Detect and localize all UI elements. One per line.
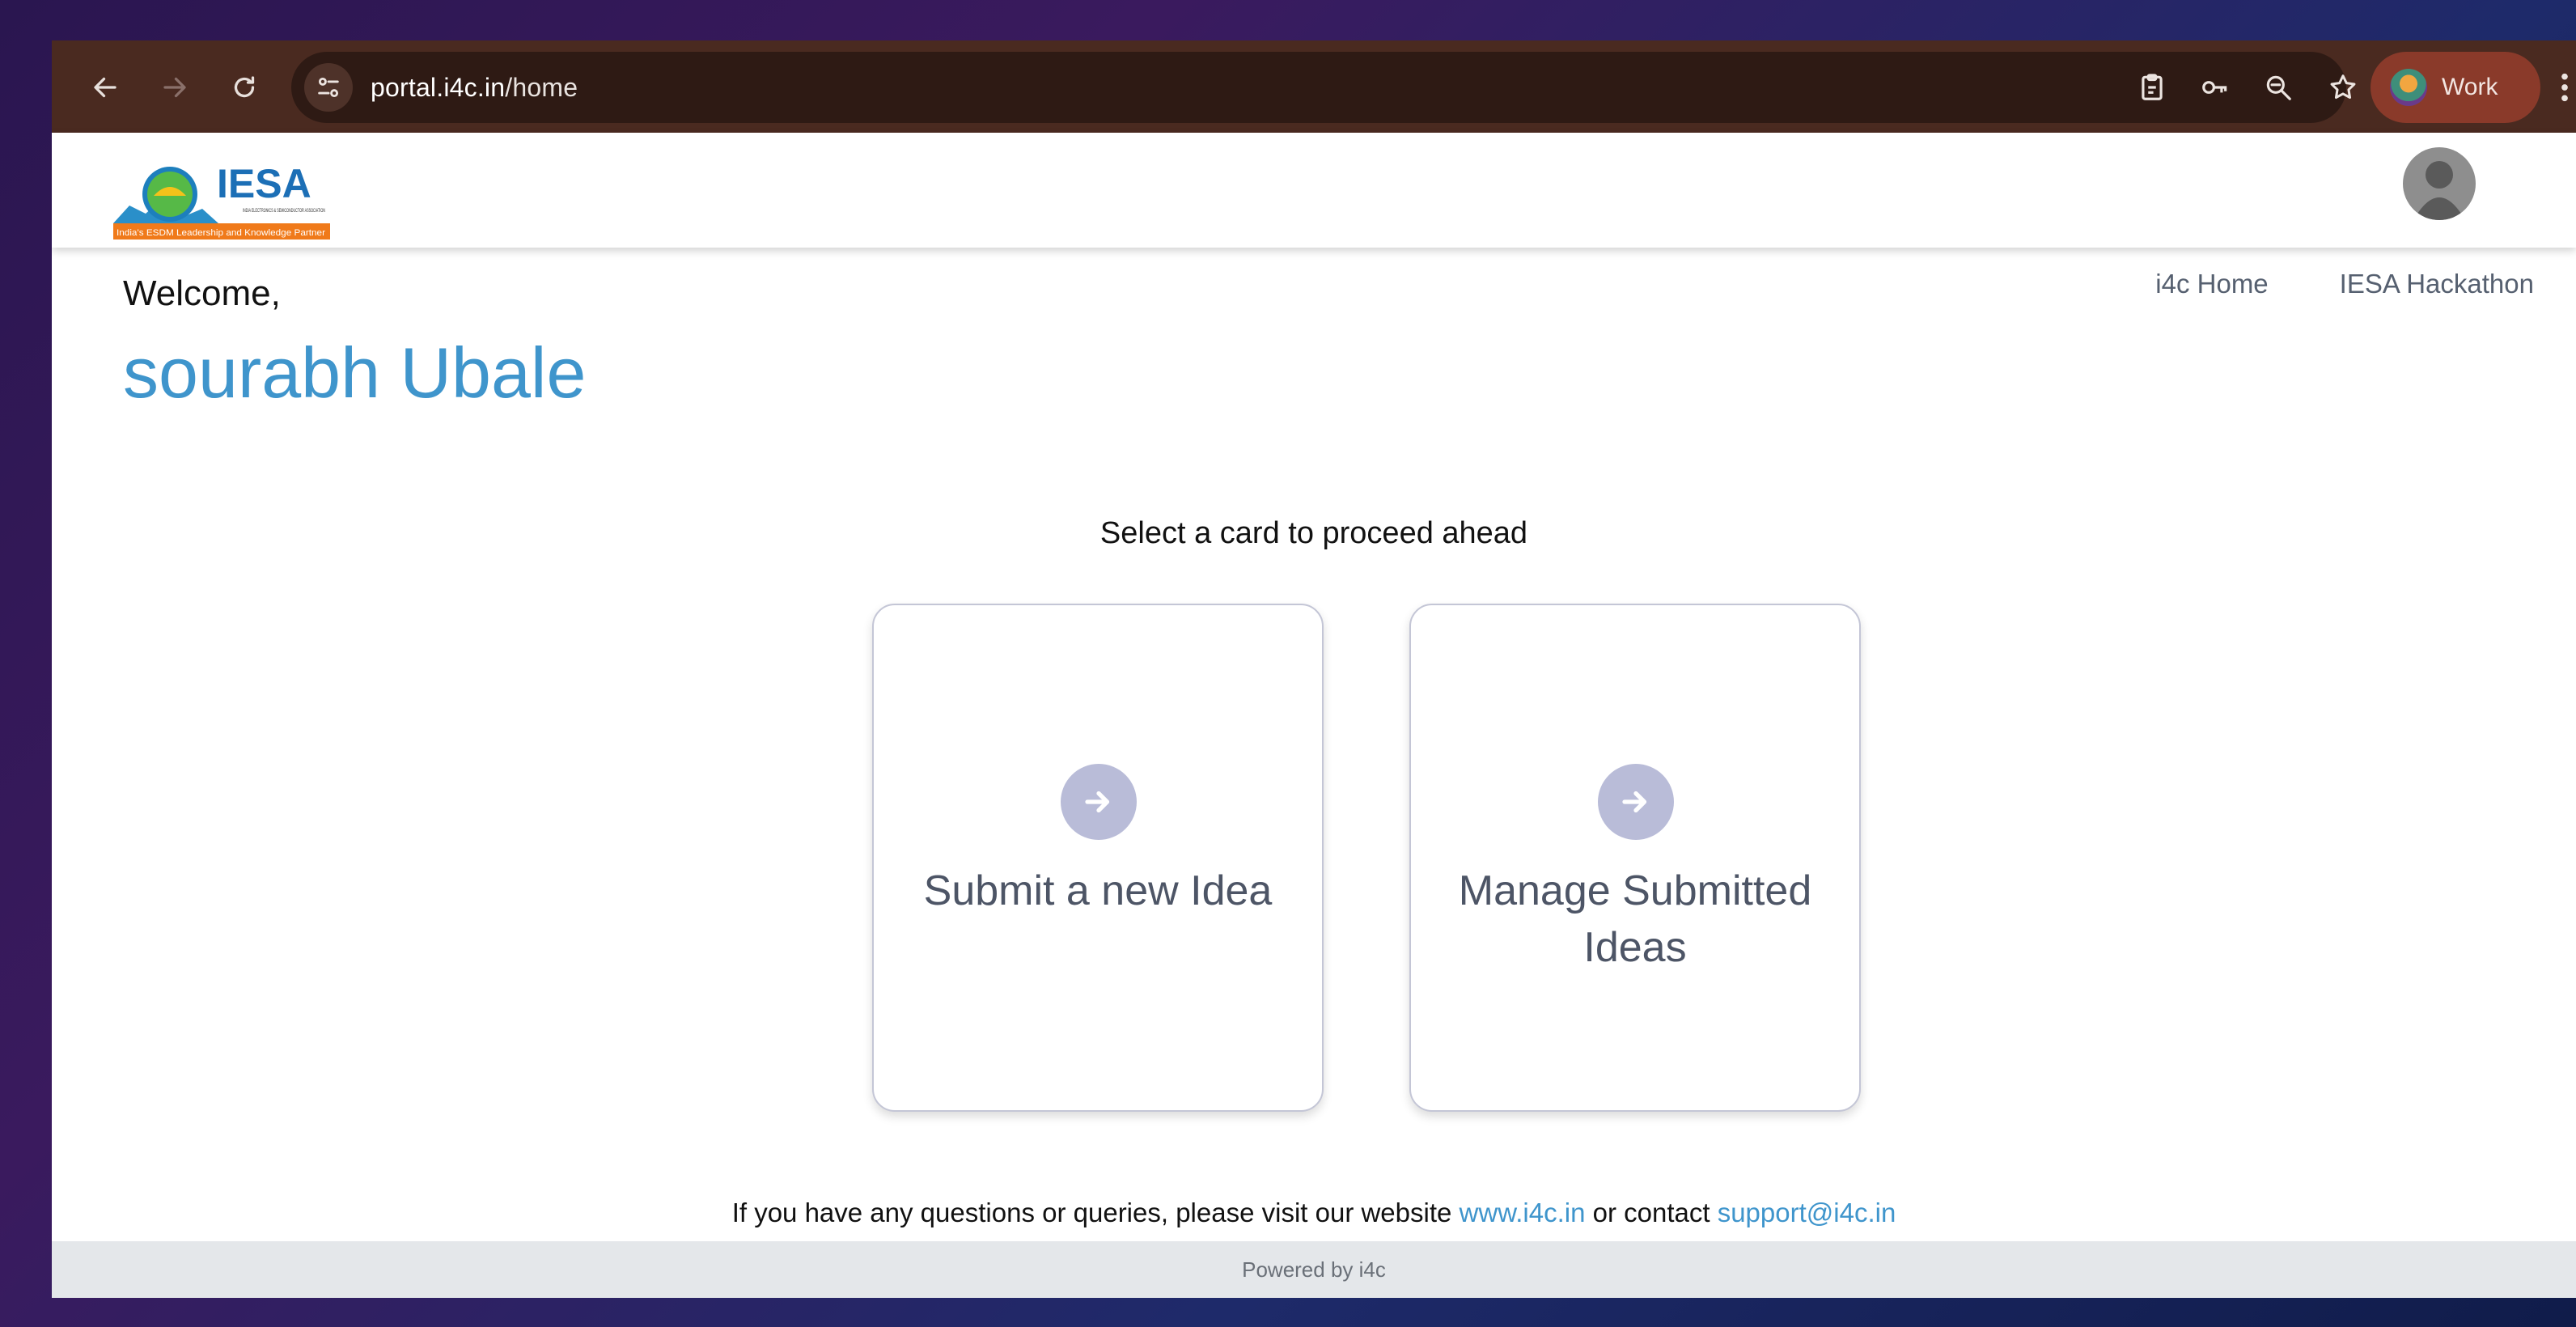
support-email-link[interactable]: support@i4c.in [1718, 1198, 1896, 1227]
contact-text: If you have any questions or queries, pl… [731, 1198, 1460, 1227]
arrow-right-icon [1598, 764, 1674, 840]
logo-text: IESA [217, 161, 311, 206]
site-header: IESA INDIA ELECTRONICS & SEMICONDUCTOR A… [52, 133, 2576, 248]
reload-icon[interactable] [222, 65, 267, 110]
back-arrow-icon[interactable] [83, 65, 128, 110]
more-vert-icon[interactable] [2553, 65, 2576, 110]
profile-label: Work [2442, 74, 2498, 100]
nav-link-i4c-home[interactable]: i4c Home [2155, 269, 2268, 299]
star-icon[interactable] [2322, 66, 2364, 108]
contact-text: or contact [1585, 1198, 1718, 1227]
user-avatar[interactable] [2403, 147, 2476, 220]
profile-chip[interactable]: Work [2371, 52, 2540, 123]
browser-window: portal.i4c.in/home Work IESA INDIA ELECT… [52, 40, 2576, 1298]
card-title: Manage Submitted Ideas [1458, 867, 1812, 971]
submit-idea-card[interactable]: Submit a new Idea [872, 604, 1324, 1112]
clipboard-icon[interactable] [2131, 66, 2173, 108]
contact-line: If you have any questions or queries, pl… [52, 1198, 2576, 1228]
website-link[interactable]: www.i4c.in [1460, 1198, 1586, 1227]
address-bar[interactable]: portal.i4c.in/home [291, 52, 2356, 123]
zoom-icon[interactable] [2257, 66, 2299, 108]
site-info-icon[interactable] [304, 63, 353, 112]
welcome-label: Welcome, [123, 273, 281, 313]
logo-subtitle: INDIA ELECTRONICS & SEMICONDUCTOR ASSOCI… [243, 209, 325, 214]
forward-arrow-icon[interactable] [152, 65, 197, 110]
arrow-right-icon [1061, 764, 1137, 840]
top-nav: i4c Home IESA Hackathon [2155, 269, 2534, 299]
page-content: IESA INDIA ELECTRONICS & SEMICONDUCTOR A… [52, 133, 2576, 1298]
browser-toolbar: portal.i4c.in/home Work [52, 40, 2576, 133]
profile-avatar-icon [2390, 69, 2427, 106]
nav-link-iesa-hackathon[interactable]: IESA Hackathon [2340, 269, 2534, 299]
logo-tagline: India's ESDM Leadership and Knowledge Pa… [117, 228, 325, 238]
key-icon[interactable] [2194, 66, 2236, 108]
card-title: Submit a new Idea [923, 867, 1273, 914]
manage-ideas-card[interactable]: Manage Submitted Ideas [1409, 604, 1861, 1112]
card-prompt: Select a card to proceed ahead [1099, 516, 1528, 550]
footer: Powered by i4c [52, 1241, 2576, 1298]
iesa-logo[interactable]: IESA INDIA ELECTRONICS & SEMICONDUCTOR A… [113, 157, 330, 243]
url-text[interactable]: portal.i4c.in/home [371, 52, 578, 123]
user-name: sourabh Ubale [123, 333, 587, 413]
